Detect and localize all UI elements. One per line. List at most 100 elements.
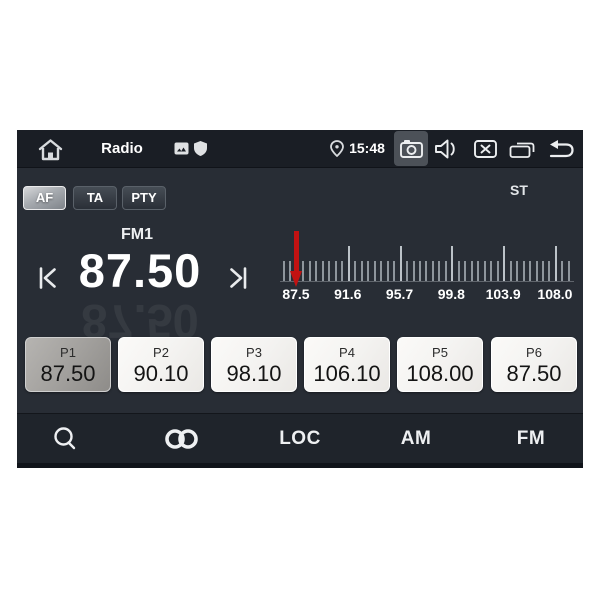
scale-minor-tick [374,261,376,282]
scale-frequency-label: 103.9 [476,286,530,302]
pty-button[interactable]: PTY [122,186,166,210]
preset-label: P6 [492,345,576,360]
loc-button[interactable]: LOC [265,414,335,463]
page-title: Radio [67,130,177,167]
tuning-scale [283,245,571,282]
location-icon [330,140,344,157]
scale-minor-tick [510,261,512,282]
radio-app-panel: Radio 15:48 [17,130,583,468]
scale-minor-tick [490,261,492,282]
stereo-indicator: ST [497,182,541,198]
preset-button-p5[interactable]: P5 108.00 [397,337,483,392]
scale-minor-tick [523,261,525,282]
fm-button[interactable]: FM [496,414,566,463]
scale-minor-tick [471,261,473,282]
scale-minor-tick [432,261,434,282]
scale-minor-tick [387,261,389,282]
status-bar: Radio 15:48 [17,130,583,168]
recent-apps-icon[interactable] [509,140,535,158]
bottom-toolbar: LOC AM FM [17,413,583,463]
loop-icon[interactable] [164,428,200,450]
scale-major-tick [348,246,350,282]
scale-frequency-label: 87.5 [269,286,323,302]
scale-minor-tick [302,261,304,282]
preset-frequency: 87.50 [26,361,110,387]
preset-label: P4 [305,345,389,360]
scale-minor-tick [328,261,330,282]
tuning-scale-baseline [280,281,574,282]
scale-minor-tick [413,261,415,282]
tuning-needle-arrow [290,271,302,287]
preset-button-p4[interactable]: P4 106.10 [304,337,390,392]
scale-minor-tick [315,261,317,282]
shield-icon [194,141,207,156]
scale-minor-tick [393,261,395,282]
close-window-icon[interactable] [474,140,497,158]
scale-minor-tick [335,261,337,282]
scale-minor-tick [516,261,518,282]
scale-minor-tick [536,261,538,282]
scale-frequency-label: 108.0 [528,286,582,302]
scale-minor-tick [367,261,369,282]
preset-frequency: 87.50 [492,361,576,387]
scale-major-tick [555,246,557,282]
scale-minor-tick [548,261,550,282]
search-icon[interactable] [53,426,78,451]
scale-minor-tick [425,261,427,282]
scale-minor-tick [322,261,324,282]
scale-minor-tick [354,261,356,282]
preset-frequency: 106.10 [305,361,389,387]
scale-minor-tick [309,261,311,282]
scale-minor-tick [406,261,408,282]
seek-previous-button[interactable] [38,267,58,289]
scale-major-tick [503,246,505,282]
scale-major-tick [451,246,453,282]
camera-icon[interactable] [400,139,423,158]
scale-major-tick [400,246,402,282]
preset-button-p3[interactable]: P3 98.10 [211,337,297,392]
gallery-icon [174,142,189,155]
seek-next-button[interactable] [228,267,248,289]
am-button[interactable]: AM [381,414,451,463]
tuning-scale-labels: 87.591.695.799.8103.9108.0 [283,286,571,304]
scale-minor-tick [484,261,486,282]
preset-frequency: 108.00 [398,361,482,387]
band-label: FM1 [77,226,197,244]
scale-minor-tick [283,261,285,282]
scale-minor-tick [542,261,544,282]
preset-label: P3 [212,345,296,360]
scale-minor-tick [361,261,363,282]
af-button[interactable]: AF [23,186,66,210]
scale-frequency-label: 95.7 [373,286,427,302]
scale-minor-tick [419,261,421,282]
scale-minor-tick [445,261,447,282]
scale-frequency-label: 91.6 [321,286,375,302]
preset-label: P2 [119,345,203,360]
scale-minor-tick [438,261,440,282]
scale-minor-tick [341,261,343,282]
scale-minor-tick [380,261,382,282]
scale-minor-tick [497,261,499,282]
preset-button-p2[interactable]: P2 90.10 [118,337,204,392]
scale-frequency-label: 99.8 [424,286,478,302]
home-icon[interactable] [37,138,64,161]
ta-button[interactable]: TA [73,186,117,210]
scale-minor-tick [561,261,563,282]
preset-button-p6[interactable]: P6 87.50 [491,337,577,392]
tuning-needle [294,231,299,273]
volume-icon[interactable] [434,139,459,159]
panel-bottom-edge [17,463,583,468]
clock: 15:48 [347,130,387,167]
preset-frequency: 90.10 [119,361,203,387]
preset-label: P1 [26,345,110,360]
scale-minor-tick [464,261,466,282]
back-icon[interactable] [546,139,575,159]
frequency-display: 87.50 [50,246,230,296]
scale-minor-tick [529,261,531,282]
scale-minor-tick [568,261,570,282]
preset-button-p1[interactable]: P1 87.50 [25,337,111,392]
scale-minor-tick [458,261,460,282]
scale-minor-tick [477,261,479,282]
preset-label: P5 [398,345,482,360]
preset-frequency: 98.10 [212,361,296,387]
